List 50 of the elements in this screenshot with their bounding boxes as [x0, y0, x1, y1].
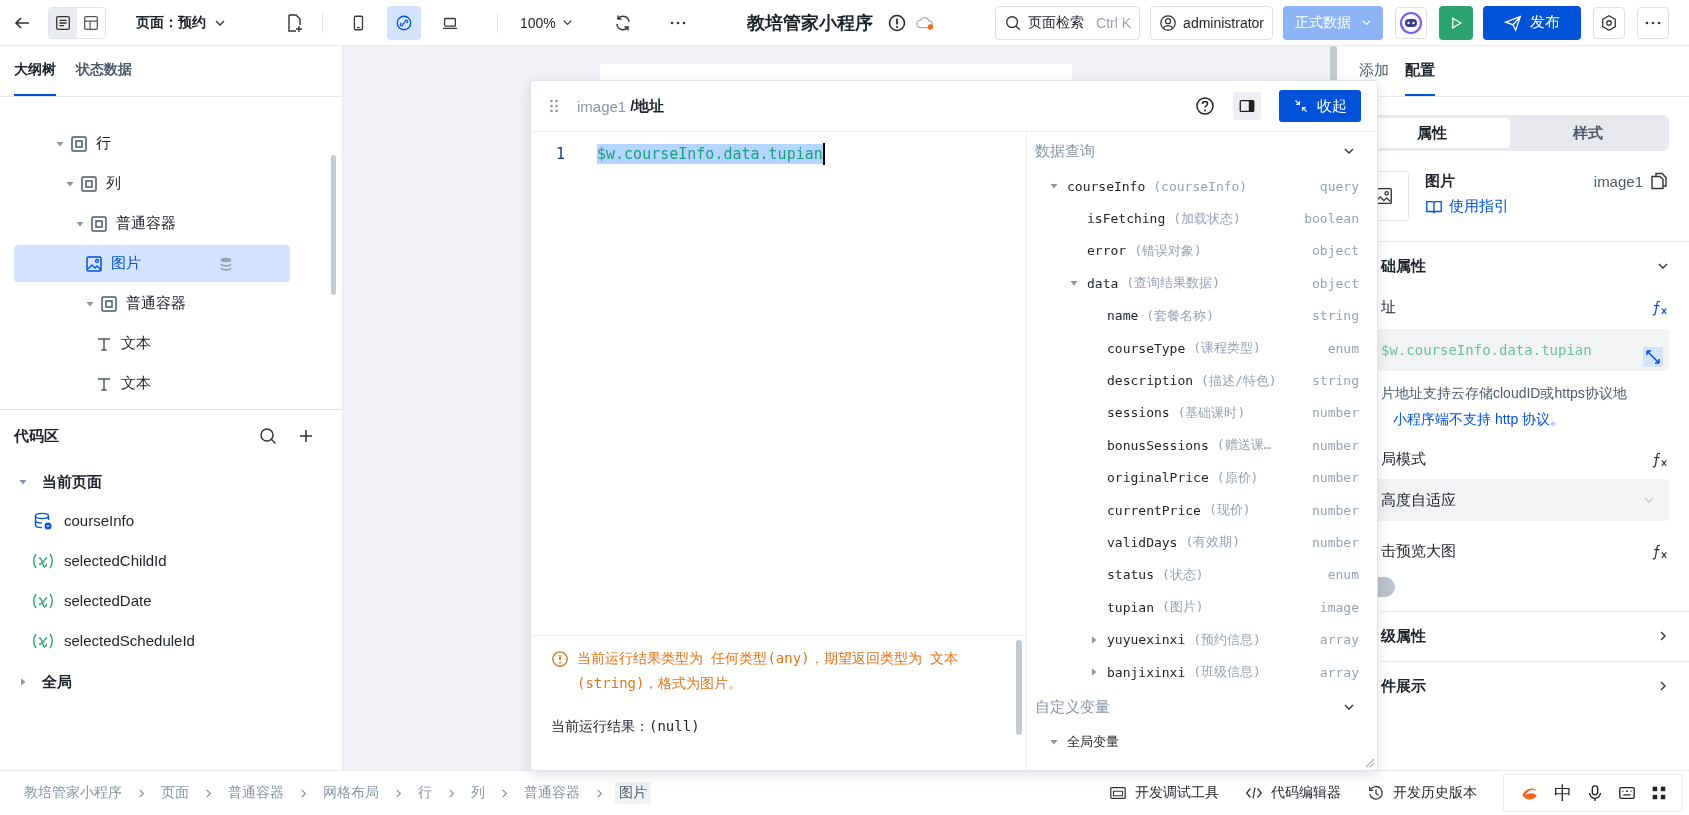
outline-label: 文本: [121, 374, 151, 393]
section-title: 代码区: [14, 426, 60, 446]
field-type: number: [1312, 437, 1359, 453]
outline-label: 文本: [121, 334, 151, 353]
component-name: 图片: [1425, 171, 1455, 191]
outline-label: 普通容器: [126, 294, 186, 313]
field-description: (状态): [1161, 565, 1204, 584]
component-path: image1: [577, 97, 627, 115]
field-description: (基础课时): [1177, 403, 1246, 422]
line-number: 1: [554, 145, 565, 163]
field-description: (现价): [1208, 501, 1251, 520]
field-description: (班级信息): [1193, 663, 1261, 682]
field-type: boolean: [1304, 211, 1359, 227]
field-description: (赠送课…: [1216, 436, 1272, 455]
field-type: string: [1312, 373, 1359, 389]
field-description: (错误对象): [1134, 241, 1202, 260]
field-type: query: [1319, 178, 1359, 194]
field-description: (课程类型): [1193, 339, 1261, 358]
field-type: image: [1319, 599, 1359, 615]
shortcut-hint: Ctrl K: [1096, 14, 1132, 31]
outline-label: 图片: [111, 254, 141, 273]
help-text: 片地址支持云存储cloudID或https协议地: [1381, 385, 1628, 403]
component-id: image1: [1593, 172, 1643, 190]
field-label: 局模式: [1381, 449, 1426, 469]
field-label: 击预览大图: [1381, 541, 1456, 561]
field-type: object: [1312, 243, 1359, 259]
field-type: array: [1319, 664, 1359, 680]
field-description: (加载状态): [1173, 209, 1241, 228]
field-type: number: [1312, 405, 1359, 421]
field-type: object: [1312, 275, 1359, 291]
field-label: 址: [1381, 297, 1396, 317]
property-path: /地址: [630, 96, 665, 116]
field-description: (原价): [1216, 468, 1259, 487]
field-type: number: [1312, 535, 1359, 550]
field-description: (图片): [1161, 598, 1204, 617]
field-description: (描述/特色): [1201, 371, 1277, 390]
outline-label: 普通容器: [116, 214, 176, 233]
app-title: 教培管家小程序: [746, 11, 873, 35]
result-text: 当前运行结果：(null): [551, 718, 701, 736]
field-type: string: [1312, 308, 1359, 324]
outline-label: 列: [106, 174, 121, 193]
field-type: enum: [1327, 567, 1359, 583]
field-description: (有效期): [1185, 533, 1241, 552]
outline-label: 行: [96, 134, 111, 153]
field-description: (查询结果数据): [1126, 274, 1220, 293]
field-description: (courseInfo): [1153, 178, 1248, 194]
field-description: (预约信息): [1193, 630, 1261, 649]
field-description: (套餐名称): [1146, 306, 1214, 325]
warning-message: 当前运行结果类型为 任何类型(any)，期望返回类型为 文本(string)，格式为图片。: [577, 649, 959, 693]
field-type: array: [1319, 632, 1359, 648]
